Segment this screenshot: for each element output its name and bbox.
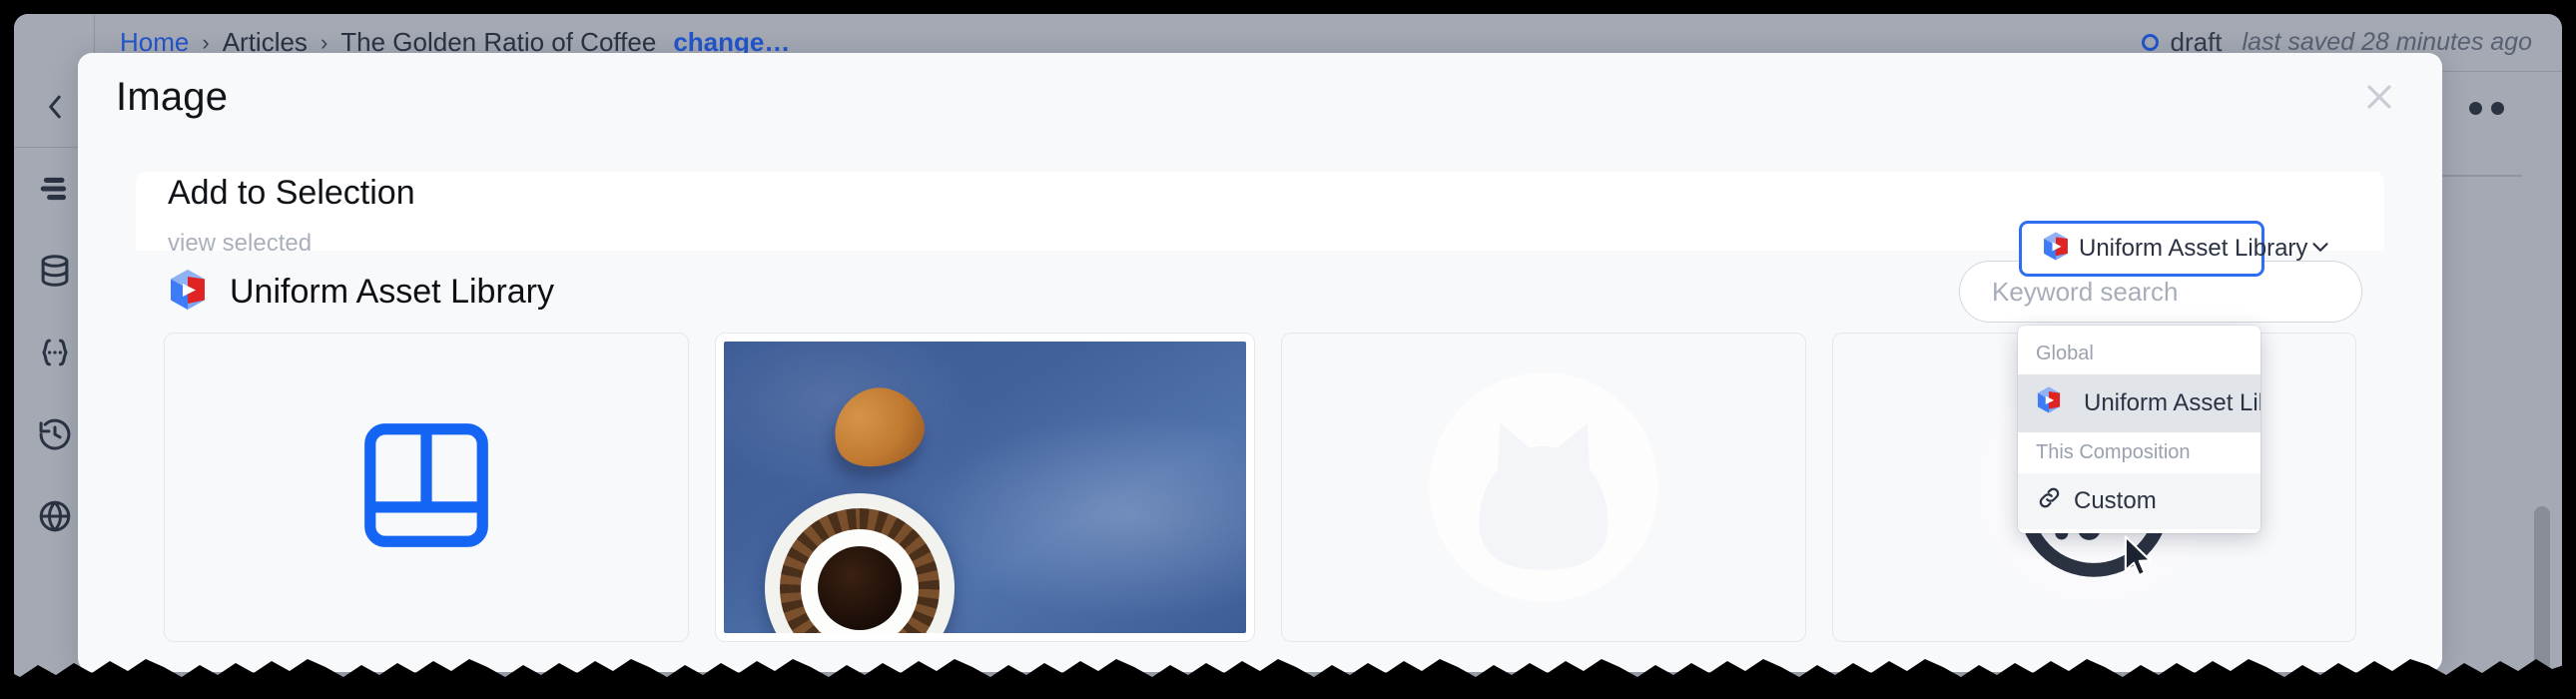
dropdown-item-uniform-asset-library[interactable]: Uniform Asset Library	[2018, 374, 2260, 432]
source-select-dropdown: Global Uniform Asset Library This Compos…	[2018, 326, 2260, 533]
dropdown-group-label-global: Global	[2036, 343, 2094, 364]
uniform-logo-icon	[2042, 231, 2070, 267]
dropdown-item-label: Uniform Asset Library	[2084, 389, 2260, 416]
uniform-logo-icon	[2036, 385, 2073, 421]
layers-list-icon	[36, 170, 74, 208]
globe-icon	[36, 497, 74, 535]
breadcrumb-separator-1: ›	[202, 29, 210, 55]
draft-status-dot-icon	[2141, 34, 2159, 51]
source-select-value: Uniform Asset Library	[2079, 235, 2308, 262]
library-name: Uniform Asset Library	[230, 272, 554, 311]
database-icon	[36, 252, 74, 290]
modal-header: Image	[78, 53, 2442, 141]
asset-card-coffee-photo[interactable]	[714, 333, 1255, 642]
dropdown-item-custom[interactable]: Custom	[2018, 473, 2260, 529]
search-placeholder: Keyword search	[1992, 276, 2179, 307]
code-braces-icon	[36, 334, 74, 371]
uniform-logo-icon	[168, 268, 208, 317]
more-horizontal-icon[interactable]	[2469, 102, 2504, 115]
asset-card-cat[interactable]	[1281, 333, 1806, 642]
link-icon	[2036, 484, 2074, 518]
history-clock-icon	[36, 415, 74, 453]
chevron-down-icon	[2307, 234, 2333, 265]
chevron-left-icon	[38, 90, 72, 129]
breadcrumb-separator-2: ›	[320, 29, 328, 55]
asset-card-layout[interactable]	[164, 333, 689, 642]
cat-silhouette-icon	[1428, 372, 1658, 602]
selection-title: Add to Selection	[168, 174, 415, 212]
page-title: Image	[116, 74, 229, 119]
dropdown-item-label: Custom	[2074, 487, 2157, 514]
source-select-button[interactable]: Uniform Asset Library	[2019, 221, 2328, 277]
layout-placeholder-icon	[351, 410, 501, 565]
window-frame: Home › Articles › The Golden Ratio of Co…	[0, 0, 2576, 699]
close-icon[interactable]	[2356, 74, 2402, 120]
coffee-photo-thumbnail	[723, 342, 1246, 633]
dropdown-group-label-this-composition: This Composition	[2036, 441, 2191, 463]
page-scrollbar[interactable]	[2534, 506, 2550, 685]
